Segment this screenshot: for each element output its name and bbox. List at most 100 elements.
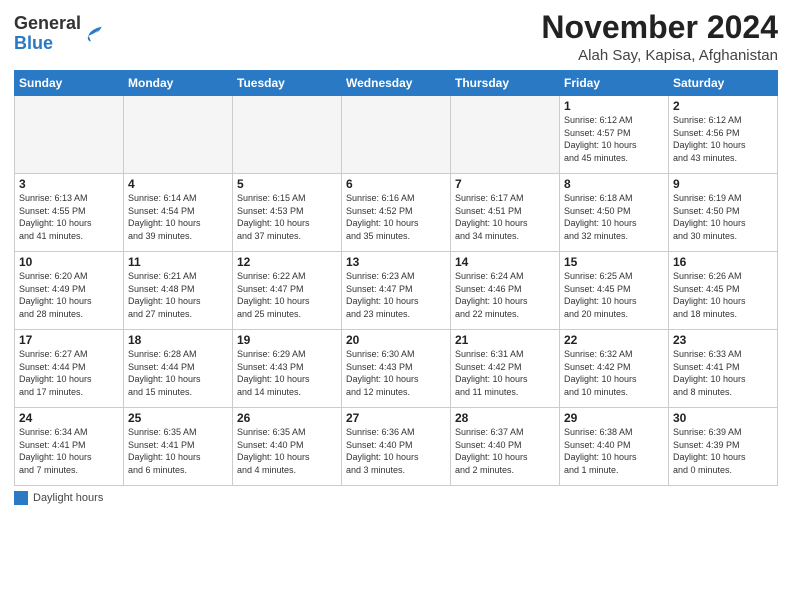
calendar-cell: 25Sunrise: 6:35 AM Sunset: 4:41 PM Dayli…	[124, 408, 233, 486]
col-saturday: Saturday	[669, 71, 778, 96]
calendar-cell: 15Sunrise: 6:25 AM Sunset: 4:45 PM Dayli…	[560, 252, 669, 330]
logo-general-text: General	[14, 13, 81, 33]
day-info: Sunrise: 6:25 AM Sunset: 4:45 PM Dayligh…	[564, 270, 664, 320]
logo-blue-text: Blue	[14, 33, 53, 53]
calendar-table: Sunday Monday Tuesday Wednesday Thursday…	[14, 70, 778, 486]
month-title: November 2024	[541, 10, 778, 45]
day-number: 16	[673, 255, 773, 269]
day-info: Sunrise: 6:31 AM Sunset: 4:42 PM Dayligh…	[455, 348, 555, 398]
calendar-week-4: 24Sunrise: 6:34 AM Sunset: 4:41 PM Dayli…	[15, 408, 778, 486]
day-info: Sunrise: 6:34 AM Sunset: 4:41 PM Dayligh…	[19, 426, 119, 476]
day-info: Sunrise: 6:19 AM Sunset: 4:50 PM Dayligh…	[673, 192, 773, 242]
calendar-cell	[451, 96, 560, 174]
col-thursday: Thursday	[451, 71, 560, 96]
day-number: 12	[237, 255, 337, 269]
day-info: Sunrise: 6:35 AM Sunset: 4:40 PM Dayligh…	[237, 426, 337, 476]
calendar-cell	[15, 96, 124, 174]
logo-bird-icon	[83, 24, 103, 44]
calendar-cell: 23Sunrise: 6:33 AM Sunset: 4:41 PM Dayli…	[669, 330, 778, 408]
col-friday: Friday	[560, 71, 669, 96]
main-container: General Blue November 2024 Alah Say, Kap…	[0, 0, 792, 511]
day-number: 21	[455, 333, 555, 347]
day-number: 6	[346, 177, 446, 191]
day-info: Sunrise: 6:17 AM Sunset: 4:51 PM Dayligh…	[455, 192, 555, 242]
calendar-cell: 2Sunrise: 6:12 AM Sunset: 4:56 PM Daylig…	[669, 96, 778, 174]
day-number: 2	[673, 99, 773, 113]
day-number: 20	[346, 333, 446, 347]
col-tuesday: Tuesday	[233, 71, 342, 96]
day-info: Sunrise: 6:12 AM Sunset: 4:56 PM Dayligh…	[673, 114, 773, 164]
day-number: 23	[673, 333, 773, 347]
day-info: Sunrise: 6:30 AM Sunset: 4:43 PM Dayligh…	[346, 348, 446, 398]
calendar-cell: 29Sunrise: 6:38 AM Sunset: 4:40 PM Dayli…	[560, 408, 669, 486]
day-info: Sunrise: 6:35 AM Sunset: 4:41 PM Dayligh…	[128, 426, 228, 476]
calendar-cell: 13Sunrise: 6:23 AM Sunset: 4:47 PM Dayli…	[342, 252, 451, 330]
day-number: 11	[128, 255, 228, 269]
day-info: Sunrise: 6:23 AM Sunset: 4:47 PM Dayligh…	[346, 270, 446, 320]
day-number: 19	[237, 333, 337, 347]
day-number: 17	[19, 333, 119, 347]
day-info: Sunrise: 6:21 AM Sunset: 4:48 PM Dayligh…	[128, 270, 228, 320]
calendar-week-0: 1Sunrise: 6:12 AM Sunset: 4:57 PM Daylig…	[15, 96, 778, 174]
day-info: Sunrise: 6:22 AM Sunset: 4:47 PM Dayligh…	[237, 270, 337, 320]
location-title: Alah Say, Kapisa, Afghanistan	[541, 47, 778, 64]
calendar-cell	[233, 96, 342, 174]
calendar-cell	[342, 96, 451, 174]
col-monday: Monday	[124, 71, 233, 96]
day-info: Sunrise: 6:20 AM Sunset: 4:49 PM Dayligh…	[19, 270, 119, 320]
legend-row: Daylight hours	[14, 491, 778, 505]
calendar-cell: 30Sunrise: 6:39 AM Sunset: 4:39 PM Dayli…	[669, 408, 778, 486]
day-info: Sunrise: 6:27 AM Sunset: 4:44 PM Dayligh…	[19, 348, 119, 398]
day-info: Sunrise: 6:16 AM Sunset: 4:52 PM Dayligh…	[346, 192, 446, 242]
calendar-cell: 20Sunrise: 6:30 AM Sunset: 4:43 PM Dayli…	[342, 330, 451, 408]
calendar-cell: 27Sunrise: 6:36 AM Sunset: 4:40 PM Dayli…	[342, 408, 451, 486]
day-number: 28	[455, 411, 555, 425]
calendar-cell: 19Sunrise: 6:29 AM Sunset: 4:43 PM Dayli…	[233, 330, 342, 408]
calendar-week-2: 10Sunrise: 6:20 AM Sunset: 4:49 PM Dayli…	[15, 252, 778, 330]
calendar-cell: 1Sunrise: 6:12 AM Sunset: 4:57 PM Daylig…	[560, 96, 669, 174]
col-sunday: Sunday	[15, 71, 124, 96]
calendar-cell: 9Sunrise: 6:19 AM Sunset: 4:50 PM Daylig…	[669, 174, 778, 252]
day-info: Sunrise: 6:12 AM Sunset: 4:57 PM Dayligh…	[564, 114, 664, 164]
calendar-cell: 12Sunrise: 6:22 AM Sunset: 4:47 PM Dayli…	[233, 252, 342, 330]
calendar-cell: 16Sunrise: 6:26 AM Sunset: 4:45 PM Dayli…	[669, 252, 778, 330]
day-number: 4	[128, 177, 228, 191]
calendar-cell: 21Sunrise: 6:31 AM Sunset: 4:42 PM Dayli…	[451, 330, 560, 408]
day-number: 14	[455, 255, 555, 269]
day-number: 5	[237, 177, 337, 191]
day-info: Sunrise: 6:39 AM Sunset: 4:39 PM Dayligh…	[673, 426, 773, 476]
calendar-cell	[124, 96, 233, 174]
calendar-cell: 18Sunrise: 6:28 AM Sunset: 4:44 PM Dayli…	[124, 330, 233, 408]
day-info: Sunrise: 6:24 AM Sunset: 4:46 PM Dayligh…	[455, 270, 555, 320]
calendar-week-3: 17Sunrise: 6:27 AM Sunset: 4:44 PM Dayli…	[15, 330, 778, 408]
legend-box-icon	[14, 491, 28, 505]
day-info: Sunrise: 6:18 AM Sunset: 4:50 PM Dayligh…	[564, 192, 664, 242]
day-info: Sunrise: 6:28 AM Sunset: 4:44 PM Dayligh…	[128, 348, 228, 398]
title-block: November 2024 Alah Say, Kapisa, Afghanis…	[541, 10, 778, 64]
day-number: 8	[564, 177, 664, 191]
calendar-cell: 4Sunrise: 6:14 AM Sunset: 4:54 PM Daylig…	[124, 174, 233, 252]
header-row: Sunday Monday Tuesday Wednesday Thursday…	[15, 71, 778, 96]
day-number: 3	[19, 177, 119, 191]
calendar-cell: 5Sunrise: 6:15 AM Sunset: 4:53 PM Daylig…	[233, 174, 342, 252]
day-number: 18	[128, 333, 228, 347]
day-number: 22	[564, 333, 664, 347]
calendar-cell: 24Sunrise: 6:34 AM Sunset: 4:41 PM Dayli…	[15, 408, 124, 486]
day-number: 29	[564, 411, 664, 425]
calendar-cell: 6Sunrise: 6:16 AM Sunset: 4:52 PM Daylig…	[342, 174, 451, 252]
calendar-cell: 14Sunrise: 6:24 AM Sunset: 4:46 PM Dayli…	[451, 252, 560, 330]
day-number: 30	[673, 411, 773, 425]
day-info: Sunrise: 6:15 AM Sunset: 4:53 PM Dayligh…	[237, 192, 337, 242]
col-wednesday: Wednesday	[342, 71, 451, 96]
day-number: 24	[19, 411, 119, 425]
day-number: 7	[455, 177, 555, 191]
calendar-week-1: 3Sunrise: 6:13 AM Sunset: 4:55 PM Daylig…	[15, 174, 778, 252]
day-number: 26	[237, 411, 337, 425]
day-info: Sunrise: 6:33 AM Sunset: 4:41 PM Dayligh…	[673, 348, 773, 398]
day-info: Sunrise: 6:38 AM Sunset: 4:40 PM Dayligh…	[564, 426, 664, 476]
calendar-cell: 28Sunrise: 6:37 AM Sunset: 4:40 PM Dayli…	[451, 408, 560, 486]
day-number: 15	[564, 255, 664, 269]
day-info: Sunrise: 6:29 AM Sunset: 4:43 PM Dayligh…	[237, 348, 337, 398]
calendar-cell: 11Sunrise: 6:21 AM Sunset: 4:48 PM Dayli…	[124, 252, 233, 330]
day-number: 13	[346, 255, 446, 269]
